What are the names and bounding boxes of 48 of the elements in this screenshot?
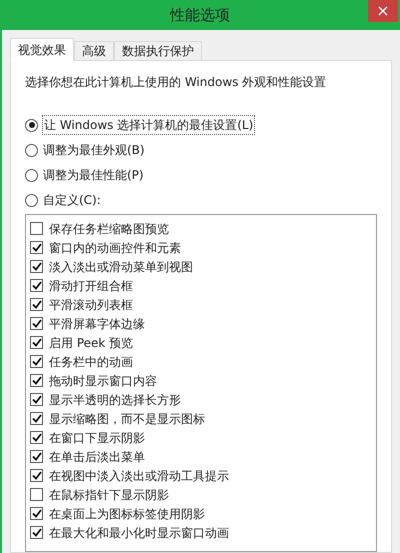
radio-button[interactable] xyxy=(25,144,38,156)
tab[interactable]: 数据执行保护 xyxy=(114,41,202,61)
radio-button[interactable] xyxy=(25,118,38,132)
tab[interactable]: 高级 xyxy=(74,41,114,61)
checkbox-label[interactable]: 平滑滚动列表框 xyxy=(49,296,133,314)
window-title: 性能选项 xyxy=(170,4,230,26)
radio-label[interactable]: 调整为最佳性能(P) xyxy=(42,166,145,184)
checkbox[interactable] xyxy=(30,488,43,501)
checkbox-label[interactable]: 拖动时显示窗口内容 xyxy=(49,372,157,390)
checkbox[interactable] xyxy=(30,260,43,273)
checkbox-label[interactable]: 滑动打开组合框 xyxy=(49,276,133,294)
checkbox[interactable] xyxy=(30,317,43,330)
checkbox-label[interactable]: 在最大化和最小化时显示窗口动画 xyxy=(49,524,229,542)
checkbox[interactable] xyxy=(30,336,43,349)
checkbox[interactable] xyxy=(30,507,43,520)
radio-label[interactable]: 调整为最佳外观(B) xyxy=(42,141,146,159)
close-button[interactable]: × xyxy=(368,0,398,22)
description-text: 选择你想在此计算机上使用的 Windows 外观和性能设置 xyxy=(25,74,328,91)
checkbox[interactable] xyxy=(30,526,43,539)
checkbox-label[interactable]: 平滑屏幕字体边缘 xyxy=(49,314,145,332)
checkbox[interactable] xyxy=(30,241,43,254)
radio-label[interactable]: 自定义(C): xyxy=(42,191,102,209)
checkbox[interactable] xyxy=(30,412,43,425)
checkbox-label[interactable]: 显示半透明的选择长方形 xyxy=(49,390,181,408)
checkbox-label[interactable]: 在单击后淡出菜单 xyxy=(49,448,145,466)
checkbox[interactable] xyxy=(30,393,43,406)
checkbox-label[interactable]: 窗口内的动画控件和元素 xyxy=(49,238,181,256)
radio-button[interactable] xyxy=(25,168,38,182)
radio-label[interactable]: 让 Windows 选择计算机的最佳设置(L) xyxy=(42,115,256,135)
checkbox-label[interactable]: 在窗口下显示阴影 xyxy=(49,428,145,446)
checkbox[interactable] xyxy=(30,222,43,235)
checkbox[interactable] xyxy=(30,431,43,444)
checkbox[interactable] xyxy=(30,279,43,292)
radio-button[interactable] xyxy=(25,194,38,206)
checkbox[interactable] xyxy=(30,355,43,368)
checkbox-label[interactable]: 淡入淡出或滑动菜单到视图 xyxy=(49,258,193,276)
checkbox-label[interactable]: 在鼠标指针下显示阴影 xyxy=(49,486,169,504)
checkbox-label[interactable]: 保存任务栏缩略图预览 xyxy=(49,220,169,238)
checkbox-label[interactable]: 任务栏中的动画 xyxy=(49,352,133,370)
checkbox[interactable] xyxy=(30,298,43,311)
checkbox-label[interactable]: 在桌面上为图标标签使用阴影 xyxy=(49,504,205,522)
checkbox-label[interactable]: 启用 Peek 预览 xyxy=(49,334,134,352)
checkbox-label[interactable]: 在视图中淡入淡出或滑动工具提示 xyxy=(49,466,229,484)
checkbox[interactable] xyxy=(30,374,43,387)
tab[interactable]: 视觉效果 xyxy=(10,38,74,61)
checkbox[interactable] xyxy=(30,450,43,463)
checkbox[interactable] xyxy=(30,469,43,482)
checkbox-label[interactable]: 显示缩略图，而不是显示图标 xyxy=(49,410,205,428)
